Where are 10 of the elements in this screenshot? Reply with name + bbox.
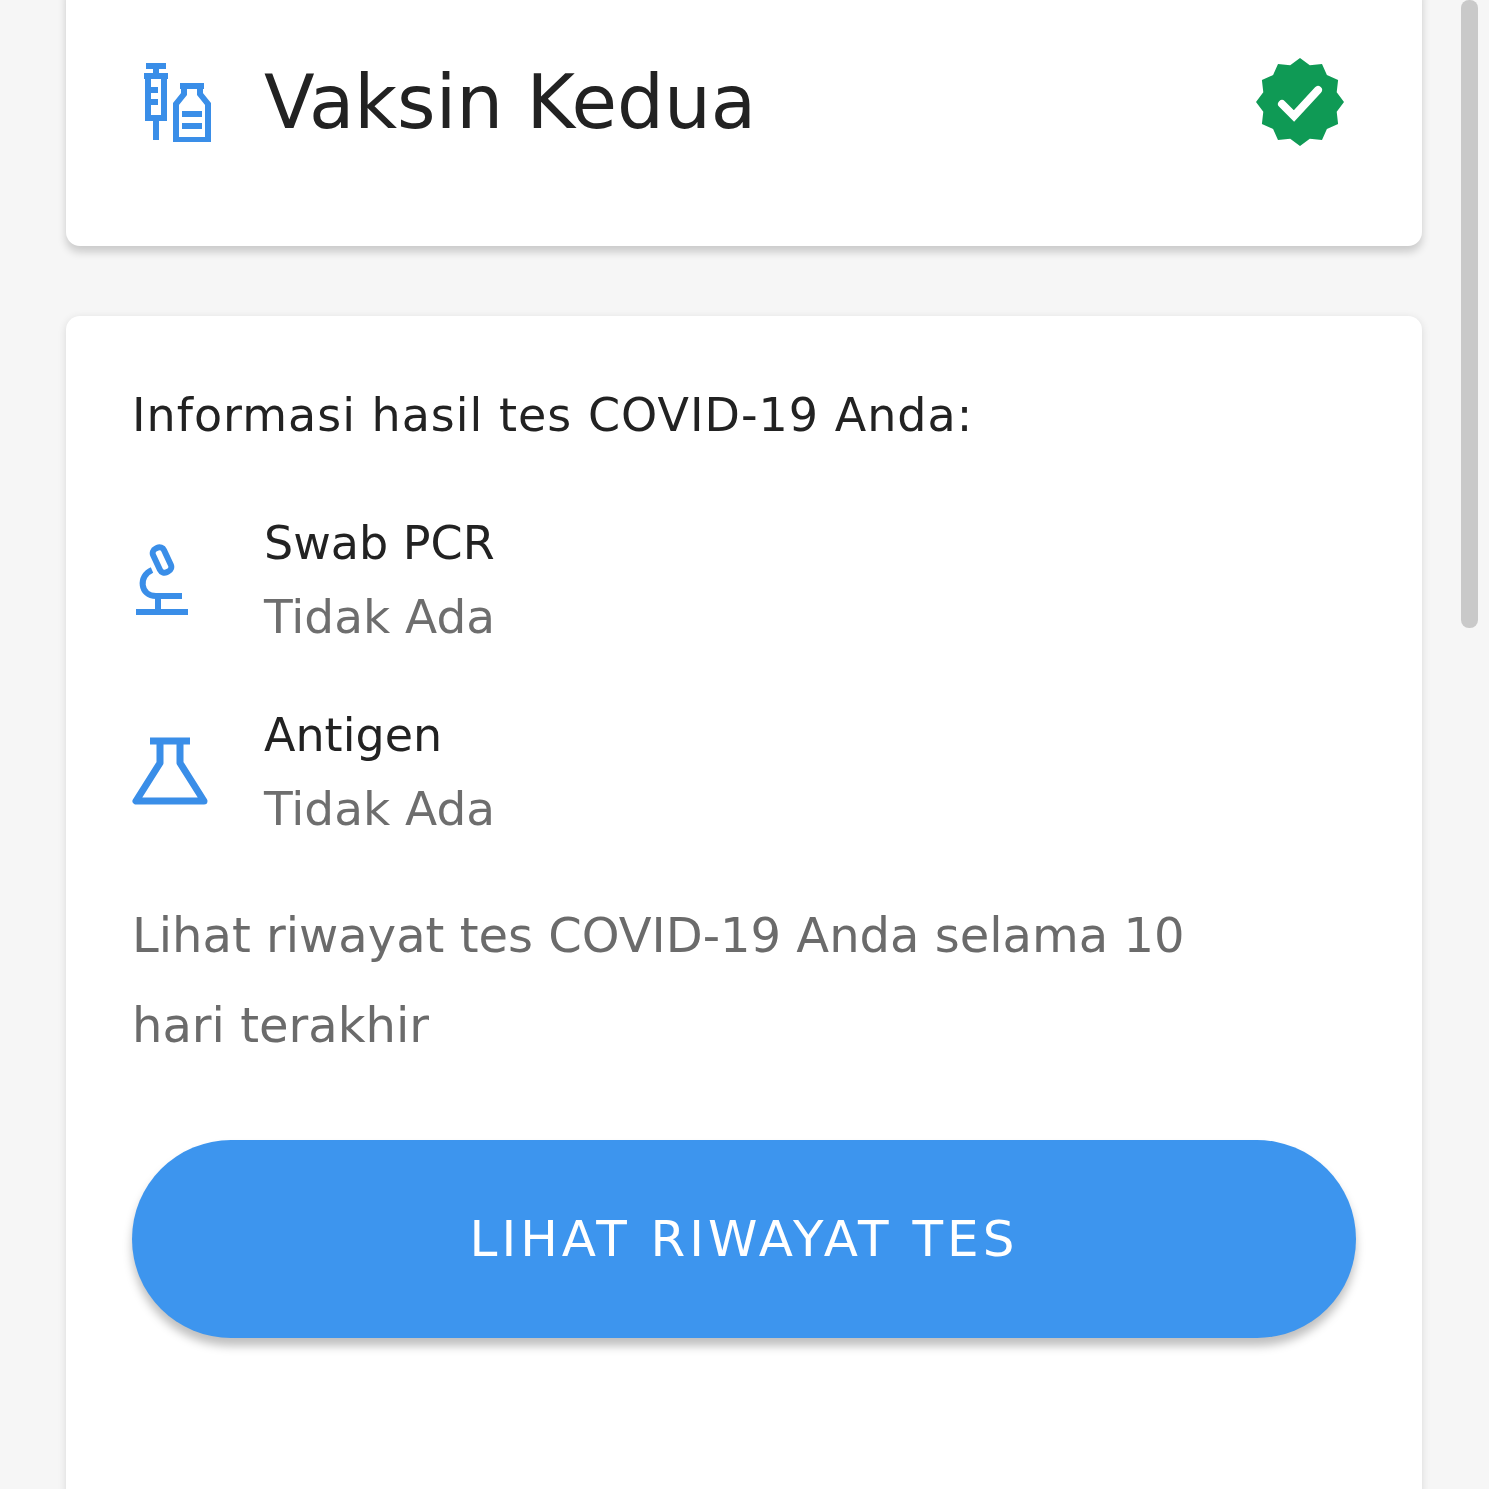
view-history-button[interactable]: LIHAT RIWAYAT TES [132, 1140, 1356, 1338]
card-title: Vaksin Kedua [264, 59, 758, 145]
section-heading: Informasi hasil tes COVID-19 Anda: [132, 388, 975, 442]
test-result: Tidak Ada [264, 588, 496, 646]
flask-icon [132, 737, 208, 807]
test-result: Tidak Ada [264, 780, 496, 838]
test-name: Antigen [264, 707, 444, 764]
test-name: Swab PCR [264, 515, 496, 572]
history-note: Lihat riwayat tes COVID-19 Anda selama 10 hari terakhir [132, 906, 1186, 1055]
scrollbar[interactable] [1461, 0, 1478, 628]
